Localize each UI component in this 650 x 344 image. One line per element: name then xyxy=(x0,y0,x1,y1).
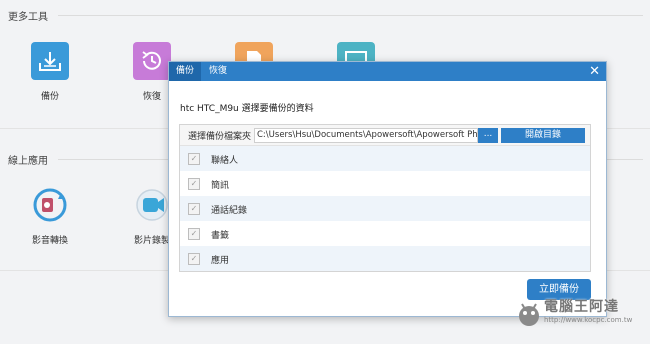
app-video-convert[interactable]: 影音轉換 xyxy=(20,186,80,246)
list-item-contacts[interactable]: ✓ 聯絡人 xyxy=(180,146,590,171)
dialog-heading: htc HTC_M9u 選擇要備份的資料 xyxy=(180,104,314,114)
item-label: 簡訊 xyxy=(211,181,230,191)
tab-restore[interactable]: 恢復 xyxy=(202,62,234,81)
video-convert-icon xyxy=(31,186,69,224)
tool-label: 備份 xyxy=(40,92,59,102)
section-title-more-tools: 更多工具 xyxy=(8,12,48,23)
watermark-logo-icon xyxy=(519,303,539,326)
section-divider xyxy=(58,15,643,16)
close-icon[interactable]: ✕ xyxy=(589,63,600,80)
watermark-title: 電腦王阿達 xyxy=(544,299,619,315)
path-input[interactable]: C:\Users\Hsu\Documents\Apowersoft\Apower… xyxy=(254,128,478,143)
watermark-url: http://www.kocpc.com.tw xyxy=(544,316,633,324)
browse-button[interactable]: ... xyxy=(478,128,498,143)
backup-form: 選擇備份檔案夾 C:\Users\Hsu\Documents\Apowersof… xyxy=(179,124,591,272)
path-label: 選擇備份檔案夾 xyxy=(188,132,252,142)
list-item-bookmarks[interactable]: ✓ 書籤 xyxy=(180,221,590,246)
item-label: 書籤 xyxy=(211,231,230,241)
checkbox[interactable]: ✓ xyxy=(188,253,200,265)
tool-backup[interactable]: 備份 xyxy=(20,42,80,102)
item-label: 應用 xyxy=(211,256,230,266)
backup-tray-icon xyxy=(31,42,69,80)
item-label: 通話紀錄 xyxy=(211,206,248,216)
watermark: 電腦王阿達 http://www.kocpc.com.tw xyxy=(516,296,646,330)
video-record-icon xyxy=(133,186,171,224)
restore-clock-icon xyxy=(133,42,171,80)
dialog-header: 備份 恢復 ✕ xyxy=(169,62,606,81)
item-label: 聯絡人 xyxy=(211,156,239,166)
checkbox[interactable]: ✓ xyxy=(188,228,200,240)
checkbox[interactable]: ✓ xyxy=(188,203,200,215)
open-folder-button[interactable]: 開啟目錄 xyxy=(501,128,585,143)
backup-dialog: 備份 恢復 ✕ htc HTC_M9u 選擇要備份的資料 選擇備份檔案夾 C:\… xyxy=(168,61,607,317)
list-item-call-log[interactable]: ✓ 通話紀錄 xyxy=(180,196,590,221)
checkbox[interactable]: ✓ xyxy=(188,178,200,190)
list-item-apps[interactable]: ✓ 應用 xyxy=(180,246,590,271)
list-item-sms[interactable]: ✓ 簡訊 xyxy=(180,171,590,196)
checkbox[interactable]: ✓ xyxy=(188,153,200,165)
section-title-online-apps: 線上應用 xyxy=(8,156,48,167)
app-label: 影音轉換 xyxy=(31,236,68,246)
path-row: 選擇備份檔案夾 C:\Users\Hsu\Documents\Apowersof… xyxy=(180,125,590,146)
tab-backup[interactable]: 備份 xyxy=(169,62,202,81)
